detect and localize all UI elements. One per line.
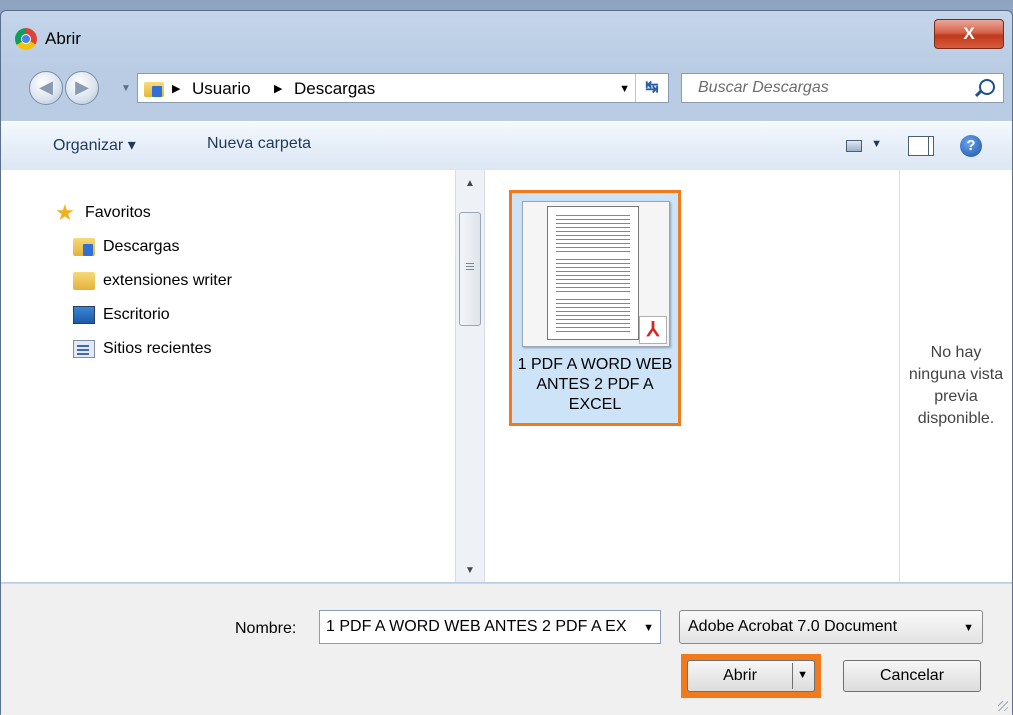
nav-scrollbar[interactable]: ▲ ▼ (455, 170, 485, 582)
downloads-folder-icon (144, 79, 164, 97)
resize-grip-icon[interactable] (998, 701, 1008, 711)
desktop-icon (73, 306, 95, 324)
sidebar-item-label: Escritorio (103, 306, 170, 323)
sidebar-item-label: extensiones writer (103, 272, 232, 289)
refresh-button[interactable]: ↹ (635, 74, 668, 102)
new-folder-button[interactable]: Nueva carpeta (207, 135, 311, 153)
open-options-dropdown[interactable]: ▼ (797, 669, 808, 681)
sidebar-item-sitios-recientes[interactable]: Sitios recientes (73, 338, 273, 362)
command-toolbar: Organizar ▾ Nueva carpeta ▼ ? (1, 121, 1012, 171)
open-button-face[interactable]: Abrir ▼ (687, 660, 815, 692)
address-dropdown[interactable]: ▼ (619, 83, 630, 95)
search-placeholder: Buscar Descargas (698, 79, 829, 96)
file-name-value[interactable]: 1 PDF A WORD WEB ANTES 2 PDF A EXCEL (326, 618, 626, 636)
back-button[interactable]: ◀ (29, 71, 63, 105)
grip-icon (466, 263, 474, 264)
sidebar-item-label: Descargas (103, 238, 180, 255)
chrome-icon (15, 28, 37, 50)
cancel-button[interactable]: Cancelar (843, 660, 981, 692)
scroll-up-arrow[interactable]: ▲ (465, 178, 475, 189)
change-view-icon[interactable] (846, 140, 862, 152)
page-preview (547, 206, 639, 340)
open-button[interactable]: Abrir ▼ (681, 654, 821, 698)
preview-pane: No hay ninguna vista previa disponible. (899, 170, 1012, 582)
cancel-button-label: Cancelar (879, 667, 945, 684)
sidebar-item-favoritos[interactable]: ★ Favoritos (55, 202, 255, 226)
forward-button[interactable]: ▶ (65, 71, 99, 105)
navigation-pane: ★ Favoritos Descargas extensiones writer… (1, 170, 455, 582)
file-name-field[interactable]: 1 PDF A WORD WEB ANTES 2 PDF A EXCEL ▼ (319, 610, 661, 644)
sidebar-item-escritorio[interactable]: Escritorio (73, 304, 273, 328)
recent-locations-dropdown[interactable]: ▼ (121, 83, 131, 94)
title-bar[interactable]: Abrir X (1, 11, 1012, 55)
split-divider (792, 663, 793, 689)
recent-places-icon (73, 340, 95, 358)
search-input[interactable]: Buscar Descargas (681, 73, 1004, 103)
organize-button[interactable]: Organizar ▾ (53, 135, 136, 155)
dialog-footer: Nombre: 1 PDF A WORD WEB ANTES 2 PDF A E… (1, 583, 1012, 715)
file-item[interactable]: ⅄ 1 PDF A WORD WEB ANTES 2 PDF A EXCEL (509, 190, 681, 426)
open-file-dialog: Abrir X ◀ ▶ ▼ ▶ Usuario ▶ Descargas ▼ ↹ … (0, 10, 1013, 715)
sidebar-item-label: Favoritos (85, 204, 151, 221)
address-bar[interactable]: ▶ Usuario ▶ Descargas ▼ ↹ (137, 73, 669, 103)
search-icon[interactable] (979, 79, 995, 95)
file-list: ⅄ 1 PDF A WORD WEB ANTES 2 PDF A EXCEL (485, 170, 899, 582)
close-button[interactable]: X (934, 19, 1004, 49)
window-title: Abrir (45, 29, 81, 48)
downloads-folder-icon (73, 238, 95, 256)
breadcrumb-separator[interactable]: ▶ (172, 82, 180, 95)
file-type-select[interactable]: Adobe Acrobat 7.0 Document ▼ (679, 610, 983, 644)
navigation-row: ◀ ▶ ▼ ▶ Usuario ▶ Descargas ▼ ↹ Buscar D… (1, 67, 1012, 107)
star-icon: ★ (55, 200, 75, 225)
scroll-thumb[interactable] (459, 212, 481, 326)
sidebar-item-extensiones-writer[interactable]: extensiones writer (73, 270, 293, 294)
pdf-thumbnail: ⅄ (522, 201, 670, 347)
file-name: 1 PDF A WORD WEB ANTES 2 PDF A EXCEL (517, 356, 673, 413)
preview-message: No hay ninguna vista previa disponible. (908, 344, 1004, 427)
help-icon[interactable]: ? (960, 135, 982, 157)
sidebar-item-label: Sitios recientes (103, 340, 212, 357)
file-type-value: Adobe Acrobat 7.0 Document (688, 618, 898, 635)
open-button-label: Abrir (723, 667, 757, 684)
sidebar-item-descargas[interactable]: Descargas (73, 236, 273, 260)
breadcrumb-usuario[interactable]: Usuario (192, 79, 251, 99)
chevron-down-icon[interactable]: ▼ (643, 622, 654, 634)
chevron-down-icon[interactable]: ▼ (963, 622, 974, 634)
breadcrumb-descargas[interactable]: Descargas (294, 79, 375, 99)
pdf-icon: ⅄ (639, 316, 667, 344)
file-name-label: Nombre: (235, 620, 297, 637)
view-options-dropdown[interactable]: ▼ (871, 138, 882, 150)
folder-icon (73, 272, 95, 290)
preview-pane-icon[interactable] (908, 136, 934, 156)
breadcrumb-separator[interactable]: ▶ (274, 82, 282, 95)
scroll-down-arrow[interactable]: ▼ (465, 565, 475, 576)
content-area: ★ Favoritos Descargas extensiones writer… (1, 170, 1012, 582)
